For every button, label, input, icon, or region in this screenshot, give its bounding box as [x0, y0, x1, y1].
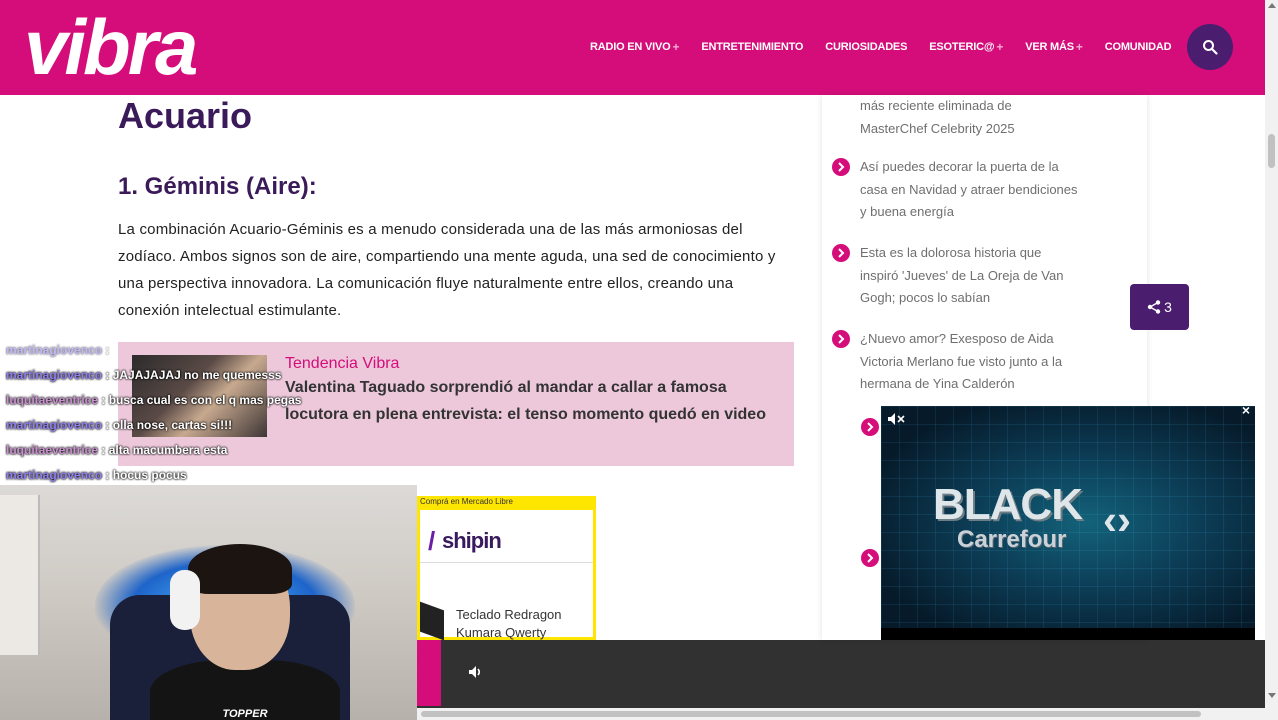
nav-expand-icon: +: [1075, 40, 1083, 54]
carrefour-logo-icon: ‹›: [1103, 496, 1131, 543]
chat-line: luquitaeventrice : busca cual es con el …: [6, 393, 302, 407]
chevron-right-icon: [832, 330, 850, 348]
share-icon: [1147, 300, 1161, 314]
shipin-ad[interactable]: Comprá en Mercado Libre / shipin Teclado…: [417, 496, 596, 641]
video-strip: [881, 628, 1255, 640]
sidebar-item[interactable]: ¿Nuevo amor? Exesposo de Aida Victoria M…: [832, 328, 1080, 396]
webcam-overlay: TOPPER: [0, 485, 417, 720]
main-nav: RADIO EN VIVO + ENTRETENIMIENTO CURIOSIDA…: [590, 40, 1193, 54]
mute-icon[interactable]: [887, 412, 909, 426]
share-count: 3: [1164, 299, 1172, 315]
subsection-heading: 1. Géminis (Aire):: [118, 173, 317, 200]
search-button[interactable]: [1187, 24, 1233, 70]
nav-comunidad[interactable]: COMUNIDAD: [1105, 40, 1172, 54]
ad-brand: shipin: [442, 528, 502, 553]
keyboard-image: [420, 601, 444, 641]
article-paragraph: La combinación Acuario-Géminis es a menu…: [118, 221, 776, 319]
sidebar-item[interactable]: Esta es la dolorosa historia que inspiró…: [832, 242, 1080, 310]
scrollbar-thumb[interactable]: [1268, 134, 1275, 168]
share-button[interactable]: 3: [1130, 284, 1189, 330]
site-header: vibra RADIO EN VIVO + ENTRETENIMIENTO CUR…: [0, 0, 1265, 95]
video-ad[interactable]: BLACK ‹› Carrefour: [881, 406, 1255, 640]
horizontal-scrollbar[interactable]: [417, 708, 1265, 720]
chevron-right-icon: [832, 158, 850, 176]
nav-curiosidades[interactable]: CURIOSIDADES: [825, 40, 907, 54]
shirt-text: TOPPER: [222, 708, 268, 720]
background-door: [0, 495, 40, 655]
vertical-scrollbar[interactable]: [1265, 0, 1278, 720]
stream-chat: martinagiovenco : martinagiovenco : JAJA…: [6, 338, 406, 488]
ad-brand-name: Carrefour: [957, 526, 1067, 553]
divider: [420, 562, 593, 563]
nav-expand-icon: +: [672, 40, 680, 54]
ad-product: Teclado Redragon Kumara Qwerty: [456, 607, 562, 640]
shipin-logo-icon: /: [428, 526, 436, 556]
streamer: TOPPER: [150, 540, 340, 720]
section-heading: Acuario: [118, 95, 253, 136]
player-tab[interactable]: [417, 640, 441, 706]
chat-line: martinagiovenco :: [6, 343, 110, 357]
close-icon[interactable]: ×: [1238, 402, 1254, 418]
scroll-down-icon[interactable]: [1268, 693, 1276, 698]
volume-icon[interactable]: [467, 664, 483, 680]
ad-top-label: Comprá en Mercado Libre: [420, 497, 513, 506]
chat-line: martinagiovenco : JAJAJAJAJ no me quemes…: [6, 368, 282, 382]
chevron-right-icon[interactable]: [861, 549, 879, 567]
nav-radio-en-vivo[interactable]: RADIO EN VIVO +: [590, 40, 680, 54]
chat-line: luquitaeventrice : alta macumbera esta: [6, 443, 228, 457]
chevron-right-icon[interactable]: [861, 418, 879, 436]
scrollbar-thumb[interactable]: [421, 711, 1201, 717]
nav-esoterica[interactable]: ESOTERIC@ +: [929, 40, 1003, 54]
scroll-up-icon[interactable]: [1268, 3, 1276, 8]
ad-headline: BLACK: [933, 480, 1083, 529]
hair: [188, 544, 292, 594]
vibra-logo[interactable]: vibra: [24, 6, 198, 88]
nav-expand-icon: +: [996, 40, 1004, 54]
sidebar-item[interactable]: Así puedes decorar la puerta de la casa …: [832, 156, 1080, 224]
nav-entretenimiento[interactable]: ENTRETENIMIENTO: [701, 40, 803, 54]
search-icon: [1203, 40, 1218, 55]
chat-line: martinagiovenco : olla nose, cartas si!!…: [6, 418, 233, 432]
page: vibra RADIO EN VIVO + ENTRETENIMIENTO CUR…: [0, 0, 1278, 720]
nav-ver-mas[interactable]: VER MÁS +: [1025, 40, 1083, 54]
headphones-icon: [170, 570, 200, 630]
sidebar-item[interactable]: más reciente eliminada de MasterChef Cel…: [860, 95, 1080, 140]
chevron-right-icon: [832, 244, 850, 262]
